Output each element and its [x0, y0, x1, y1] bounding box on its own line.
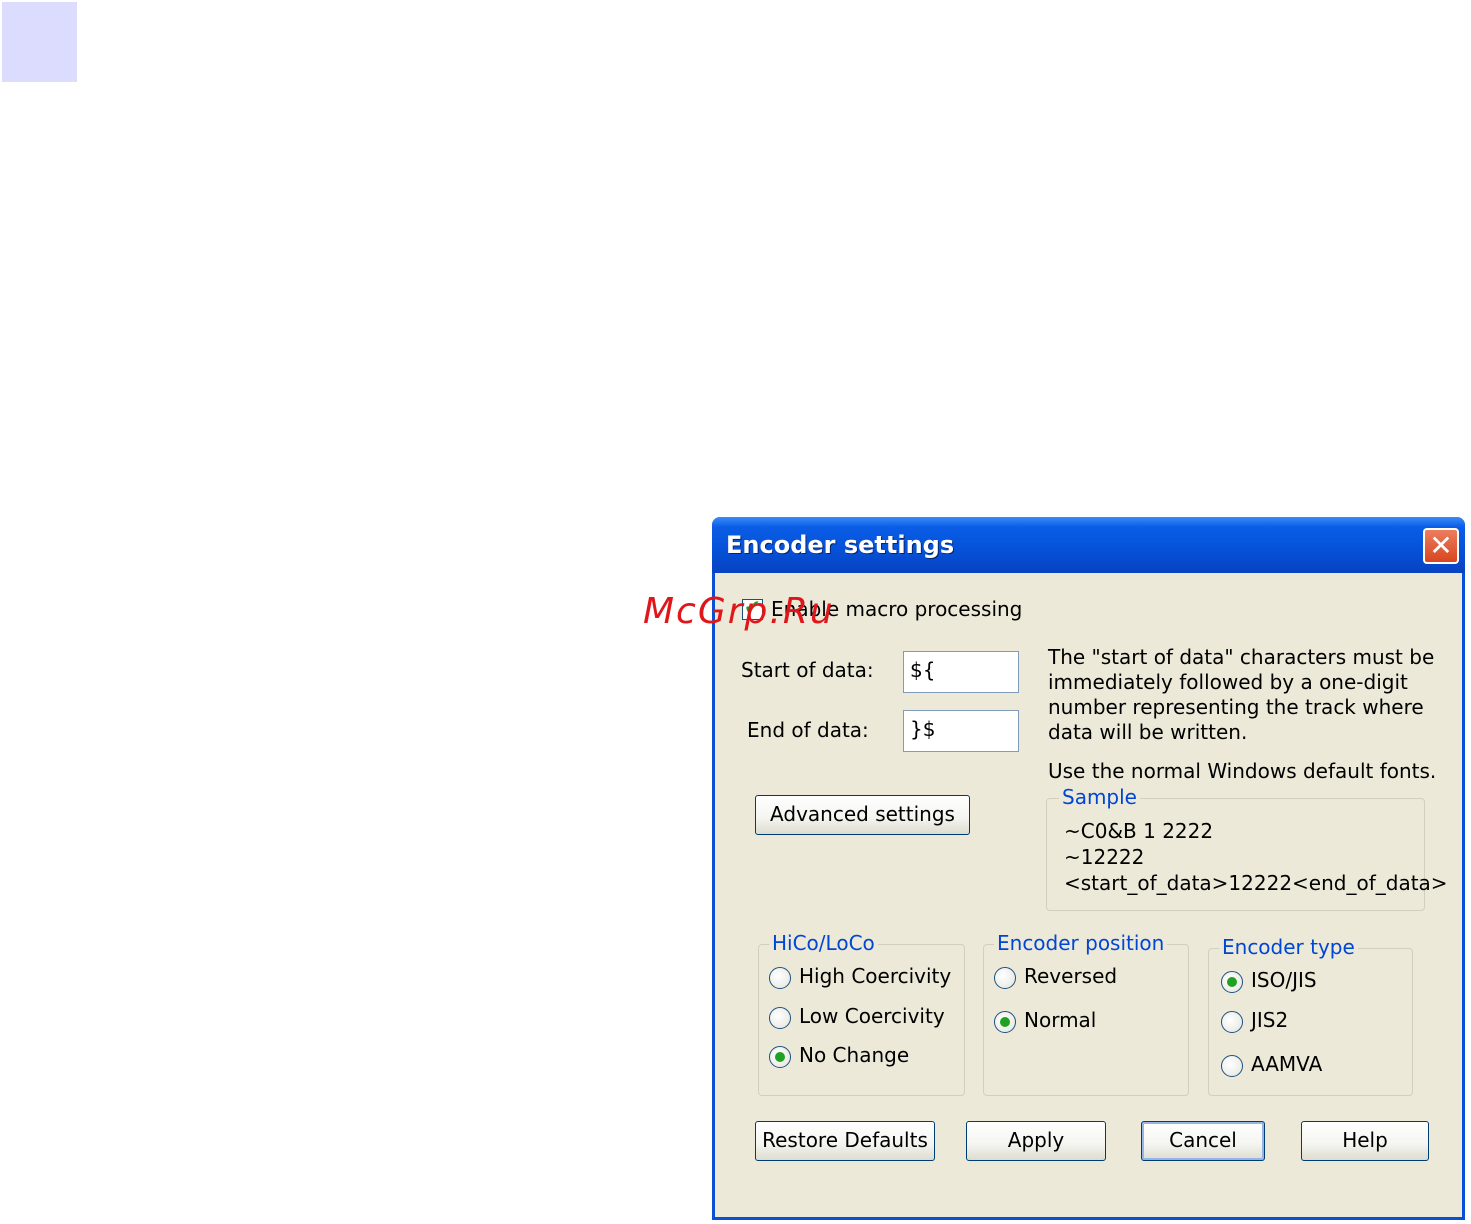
sample-group-title: Sample: [1059, 785, 1140, 809]
help-text-line-2: immediately followed by a one-digit: [1048, 670, 1408, 694]
hico-loco-group-title: HiCo/LoCo: [769, 931, 878, 955]
apply-button[interactable]: Apply: [966, 1121, 1106, 1161]
encoder-type-group: Encoder type ISO/JIS JIS2 AAMVA: [1208, 935, 1413, 1096]
cancel-button[interactable]: Cancel: [1141, 1121, 1265, 1161]
sample-line-1: ~C0&B 1 2222: [1064, 819, 1214, 843]
encoder-type-group-title: Encoder type: [1219, 935, 1358, 959]
dialog-title: Encoder settings: [726, 531, 955, 559]
end-of-data-label: End of data:: [747, 718, 869, 742]
encoder-settings-dialog: Encoder settings ✕ ✔ Enable macro proces…: [643, 517, 1465, 1220]
help-text-line-3: number representing the track where: [1048, 695, 1424, 719]
corner-block: [2, 2, 77, 82]
low-coercivity-radio[interactable]: [769, 1007, 791, 1029]
end-of-data-input[interactable]: }$: [903, 710, 1019, 752]
iso-jis-radio[interactable]: [1221, 971, 1243, 993]
no-change-radio[interactable]: [769, 1046, 791, 1068]
iso-jis-label: ISO/JIS: [1251, 968, 1317, 992]
help-text-line-1: The "start of data" characters must be: [1048, 645, 1435, 669]
watermark: McGrp.Ru: [643, 591, 835, 632]
sample-line-2: ~12222: [1064, 845, 1145, 869]
no-change-label: No Change: [799, 1043, 910, 1067]
start-of-data-input[interactable]: ${: [903, 651, 1019, 693]
sample-group: Sample ~C0&B 1 2222 ~12222 <start_of_dat…: [1046, 785, 1448, 911]
help-text-line-4: data will be written.: [1048, 720, 1248, 744]
jis2-label: JIS2: [1251, 1008, 1289, 1032]
aamva-radio[interactable]: [1221, 1055, 1243, 1077]
close-icon: ✕: [1429, 529, 1453, 562]
aamva-label: AAMVA: [1251, 1052, 1323, 1076]
advanced-settings-button[interactable]: Advanced settings: [755, 795, 970, 835]
hico-loco-group: HiCo/LoCo High Coercivity Low Coercivity…: [758, 931, 965, 1096]
normal-radio[interactable]: [994, 1011, 1016, 1033]
reversed-label: Reversed: [1024, 964, 1118, 988]
encoder-position-group: Encoder position Reversed Normal: [983, 931, 1189, 1096]
title-bar: Encoder settings ✕: [712, 517, 1465, 573]
start-of-data-label: Start of data:: [741, 658, 874, 682]
normal-label: Normal: [1024, 1008, 1097, 1032]
close-button[interactable]: ✕: [1423, 528, 1459, 564]
reversed-radio[interactable]: [994, 967, 1016, 989]
low-coercivity-label: Low Coercivity: [799, 1004, 945, 1028]
high-coercivity-radio[interactable]: [769, 967, 791, 989]
sample-line-3: <start_of_data>12222<end_of_data>: [1064, 871, 1448, 895]
help-button[interactable]: Help: [1301, 1121, 1429, 1161]
fonts-note: Use the normal Windows default fonts.: [1048, 759, 1437, 783]
encoder-position-group-title: Encoder position: [994, 931, 1168, 955]
high-coercivity-label: High Coercivity: [799, 964, 952, 988]
restore-defaults-button[interactable]: Restore Defaults: [755, 1121, 935, 1161]
jis2-radio[interactable]: [1221, 1011, 1243, 1033]
